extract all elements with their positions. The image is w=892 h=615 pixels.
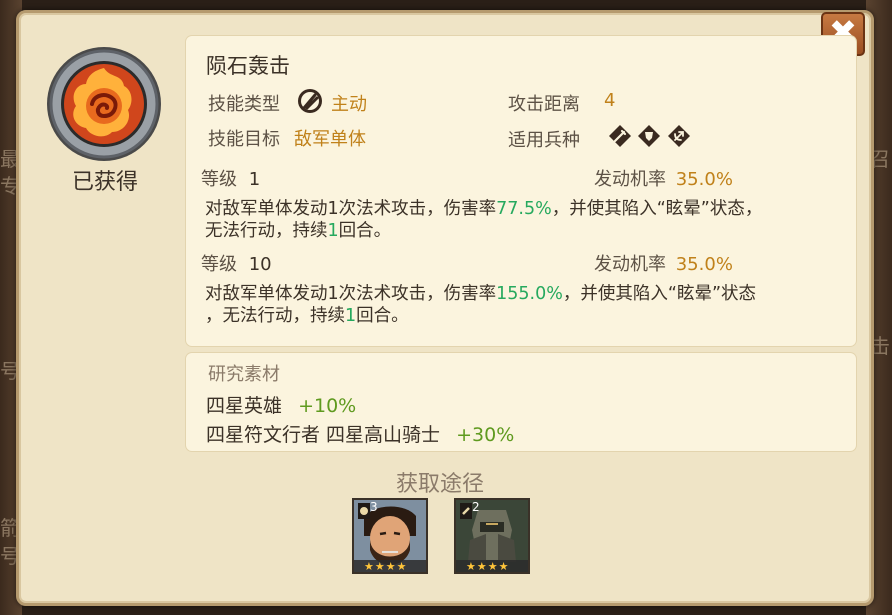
trigger-chance: 发动机率 35.0% — [594, 250, 733, 276]
damage-rate-value: 155.0% — [496, 284, 563, 304]
level-label-text: 等级 — [201, 254, 237, 275]
material-label: 四星英雄 — [206, 395, 283, 417]
trigger-chance-value: 35.0% — [675, 254, 733, 275]
skill-name: 陨石轰击 — [206, 54, 290, 78]
skill-description-line: 对敌军单体发动1次法术攻击，伤害率155.0%，并使其陷入“眩晕”状态 — [205, 283, 756, 305]
level-label: 等级 1 — [201, 165, 260, 191]
level-label: 等级 10 — [201, 250, 272, 276]
skill-type-label: 技能类型 — [208, 94, 280, 115]
duration-turns-value: 1 — [327, 221, 339, 241]
skill-description-line: ，无法行动，持续1回合。 — [205, 305, 409, 327]
level-value: 1 — [248, 169, 261, 190]
attack-range-label: 攻击距离 — [508, 94, 580, 115]
hero-badge-number: 2 — [472, 500, 480, 514]
acquisition-title: 获取途径 — [395, 472, 484, 497]
description-text: 回合。 — [356, 306, 409, 326]
hero-badge-number: 3 — [370, 500, 378, 514]
acquired-status: 已获得 — [71, 170, 138, 195]
trigger-chance-label: 发动机率 — [594, 254, 666, 275]
skill-type-value: 主动 — [331, 94, 367, 115]
trigger-chance: 发动机率 35.0% — [594, 165, 733, 191]
active-skill-icon — [298, 89, 322, 113]
trigger-chance-value: 35.0% — [675, 169, 733, 190]
material-bonus: +30% — [456, 424, 515, 446]
duration-turns-value: 1 — [345, 306, 357, 326]
material-row: 四星英雄 +10% — [206, 391, 356, 418]
shield-icon — [638, 125, 660, 147]
attack-range-value: 4 — [604, 90, 616, 111]
description-text: 对敌军单体发动1次法术攻击，伤害率 — [205, 199, 497, 219]
hero-portrait-bearded-warrior[interactable]: 3 ★★★★ — [352, 498, 428, 574]
level-value: 10 — [248, 254, 272, 275]
skill-target-value: 敌军单体 — [294, 129, 366, 150]
description-text: ，并使其陷入“眩晕”状态， — [551, 199, 763, 219]
level-label-text: 等级 — [201, 169, 237, 190]
hero-portrait-armored-knight[interactable]: 2 ★★★★ — [454, 498, 530, 574]
description-text: ，并使其陷入“眩晕”状态 — [562, 284, 757, 304]
material-label: 四星符文行者 四星高山骑士 — [206, 424, 441, 446]
skill-description-line: 无法行动，持续1回合。 — [205, 220, 391, 242]
unit-type-label: 适用兵种 — [508, 130, 580, 151]
hero-star-rating: ★★★★ — [466, 560, 510, 573]
description-text: 回合。 — [338, 221, 392, 241]
material-row: 四星符文行者 四星高山骑士 +30% — [206, 420, 514, 447]
hero-star-rating: ★★★★ — [364, 560, 408, 573]
research-materials-title: 研究素材 — [208, 364, 280, 385]
sword-icon — [609, 125, 631, 147]
description-text: ，无法行动，持续 — [205, 306, 345, 326]
damage-rate-value: 77.5% — [496, 199, 552, 219]
material-bonus: +10% — [298, 395, 357, 417]
description-text: 无法行动，持续 — [205, 221, 328, 241]
bow-icon — [668, 125, 690, 147]
meteor-strike-skill-icon — [47, 47, 161, 161]
trigger-chance-label: 发动机率 — [594, 169, 666, 190]
description-text: 对敌军单体发动1次法术攻击，伤害率 — [205, 284, 497, 304]
skill-description-line: 对敌军单体发动1次法术攻击，伤害率77.5%，并使其陷入“眩晕”状态， — [205, 198, 762, 220]
skill-target-label: 技能目标 — [208, 129, 280, 150]
